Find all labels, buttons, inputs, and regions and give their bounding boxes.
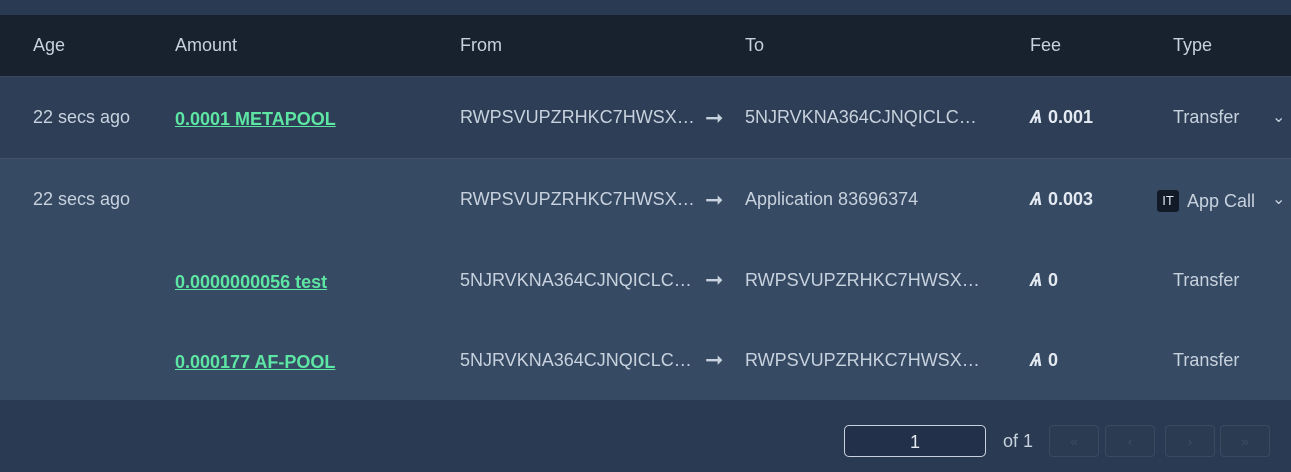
row-to[interactable]: RWPSVUPZRHKC7HWSX… [745, 320, 980, 400]
transaction-group: 22 secs ago RWPSVUPZRHKC7HWSX… ➞ Applica… [0, 159, 1291, 400]
row-fee: Ѧ 0.003 [1030, 159, 1093, 240]
row-amount[interactable]: 0.0000000056 test [175, 242, 327, 322]
arrow-right-icon: ➞ [705, 267, 724, 292]
transactions-table: Age Amount From To Fee Type 22 secs ago … [0, 15, 1291, 400]
table-row[interactable]: 22 secs ago 0.0001 METAPOOL RWPSVUPZRHKC… [0, 77, 1291, 159]
top-strip [0, 0, 1291, 15]
row-to[interactable]: Application 83696374 [745, 159, 918, 240]
row-to[interactable]: RWPSVUPZRHKC7HWSX… [745, 240, 980, 320]
header-to: To [745, 35, 765, 55]
amount-link[interactable]: 0.0001 METAPOOL [175, 109, 336, 129]
table-row[interactable]: 0.000177 AF-POOL 5NJRVKNA364CJNQICLC… ➞ … [0, 320, 1291, 400]
row-amount[interactable]: 0.000177 AF-POOL [175, 322, 335, 402]
header-amount: Amount [175, 35, 238, 55]
fee-value: 0 [1048, 270, 1059, 290]
row-to[interactable]: 5NJRVKNA364CJNQICLC… [745, 77, 977, 158]
row-from[interactable]: 5NJRVKNA364CJNQICLC… [460, 240, 692, 320]
algo-icon: Ѧ [1030, 350, 1043, 370]
chevron-down-icon[interactable]: ⌄ [1272, 159, 1285, 240]
row-from[interactable]: RWPSVUPZRHKC7HWSX… [460, 77, 695, 158]
row-fee: Ѧ0 [1030, 320, 1058, 400]
row-from[interactable]: RWPSVUPZRHKC7HWSX… [460, 159, 695, 240]
page-count-label: of 1 [1003, 431, 1034, 451]
amount-link[interactable]: 0.0000000056 test [175, 272, 327, 292]
amount-link[interactable]: 0.000177 AF-POOL [175, 352, 335, 372]
table-row[interactable]: 22 secs ago RWPSVUPZRHKC7HWSX… ➞ Applica… [0, 159, 1291, 240]
row-amount[interactable]: 0.0001 METAPOOL [175, 79, 336, 160]
fee-value: 0.001 [1048, 107, 1094, 127]
chevron-down-icon[interactable]: ⌄ [1272, 77, 1285, 158]
arrow-right-icon: ➞ [705, 187, 724, 212]
table-row[interactable]: 0.0000000056 test 5NJRVKNA364CJNQICLC… ➞… [0, 240, 1291, 320]
row-fee: Ѧ0 [1030, 240, 1058, 320]
row-age: 22 secs ago [33, 189, 131, 209]
fee-value: 0.003 [1048, 189, 1094, 209]
page-number-input[interactable]: 1 [844, 425, 986, 457]
row-type: Transfer [1173, 350, 1240, 370]
header-fee: Fee [1030, 35, 1062, 55]
type-label: App Call [1187, 190, 1256, 211]
fee-value: 0 [1048, 350, 1059, 370]
arrow-right-icon: ➞ [705, 105, 724, 130]
row-type: Transfer [1173, 270, 1240, 290]
algo-icon: Ѧ [1030, 189, 1043, 209]
header-age: Age [33, 35, 66, 55]
arrow-right-icon: ➞ [705, 347, 724, 372]
row-age: 22 secs ago [33, 107, 131, 127]
header-from: From [460, 35, 502, 55]
last-page-button[interactable]: » [1220, 425, 1270, 457]
next-page-button[interactable]: › [1165, 425, 1215, 457]
first-page-button[interactable]: « [1049, 425, 1099, 457]
header-type: Type [1173, 35, 1213, 55]
algo-icon: Ѧ [1030, 270, 1043, 290]
row-type: Transfer [1173, 107, 1240, 127]
table-header: Age Amount From To Fee Type [0, 15, 1291, 77]
algo-icon: Ѧ [1030, 107, 1043, 127]
row-fee: Ѧ 0.001 [1030, 77, 1093, 158]
row-from[interactable]: 5NJRVKNA364CJNQICLC… [460, 320, 692, 400]
app-call-icon: IT [1157, 190, 1179, 212]
row-type: IT App Call [1157, 159, 1256, 240]
prev-page-button[interactable]: ‹ [1105, 425, 1155, 457]
pagination: 1 of 1 « ‹ › » [0, 400, 1291, 472]
